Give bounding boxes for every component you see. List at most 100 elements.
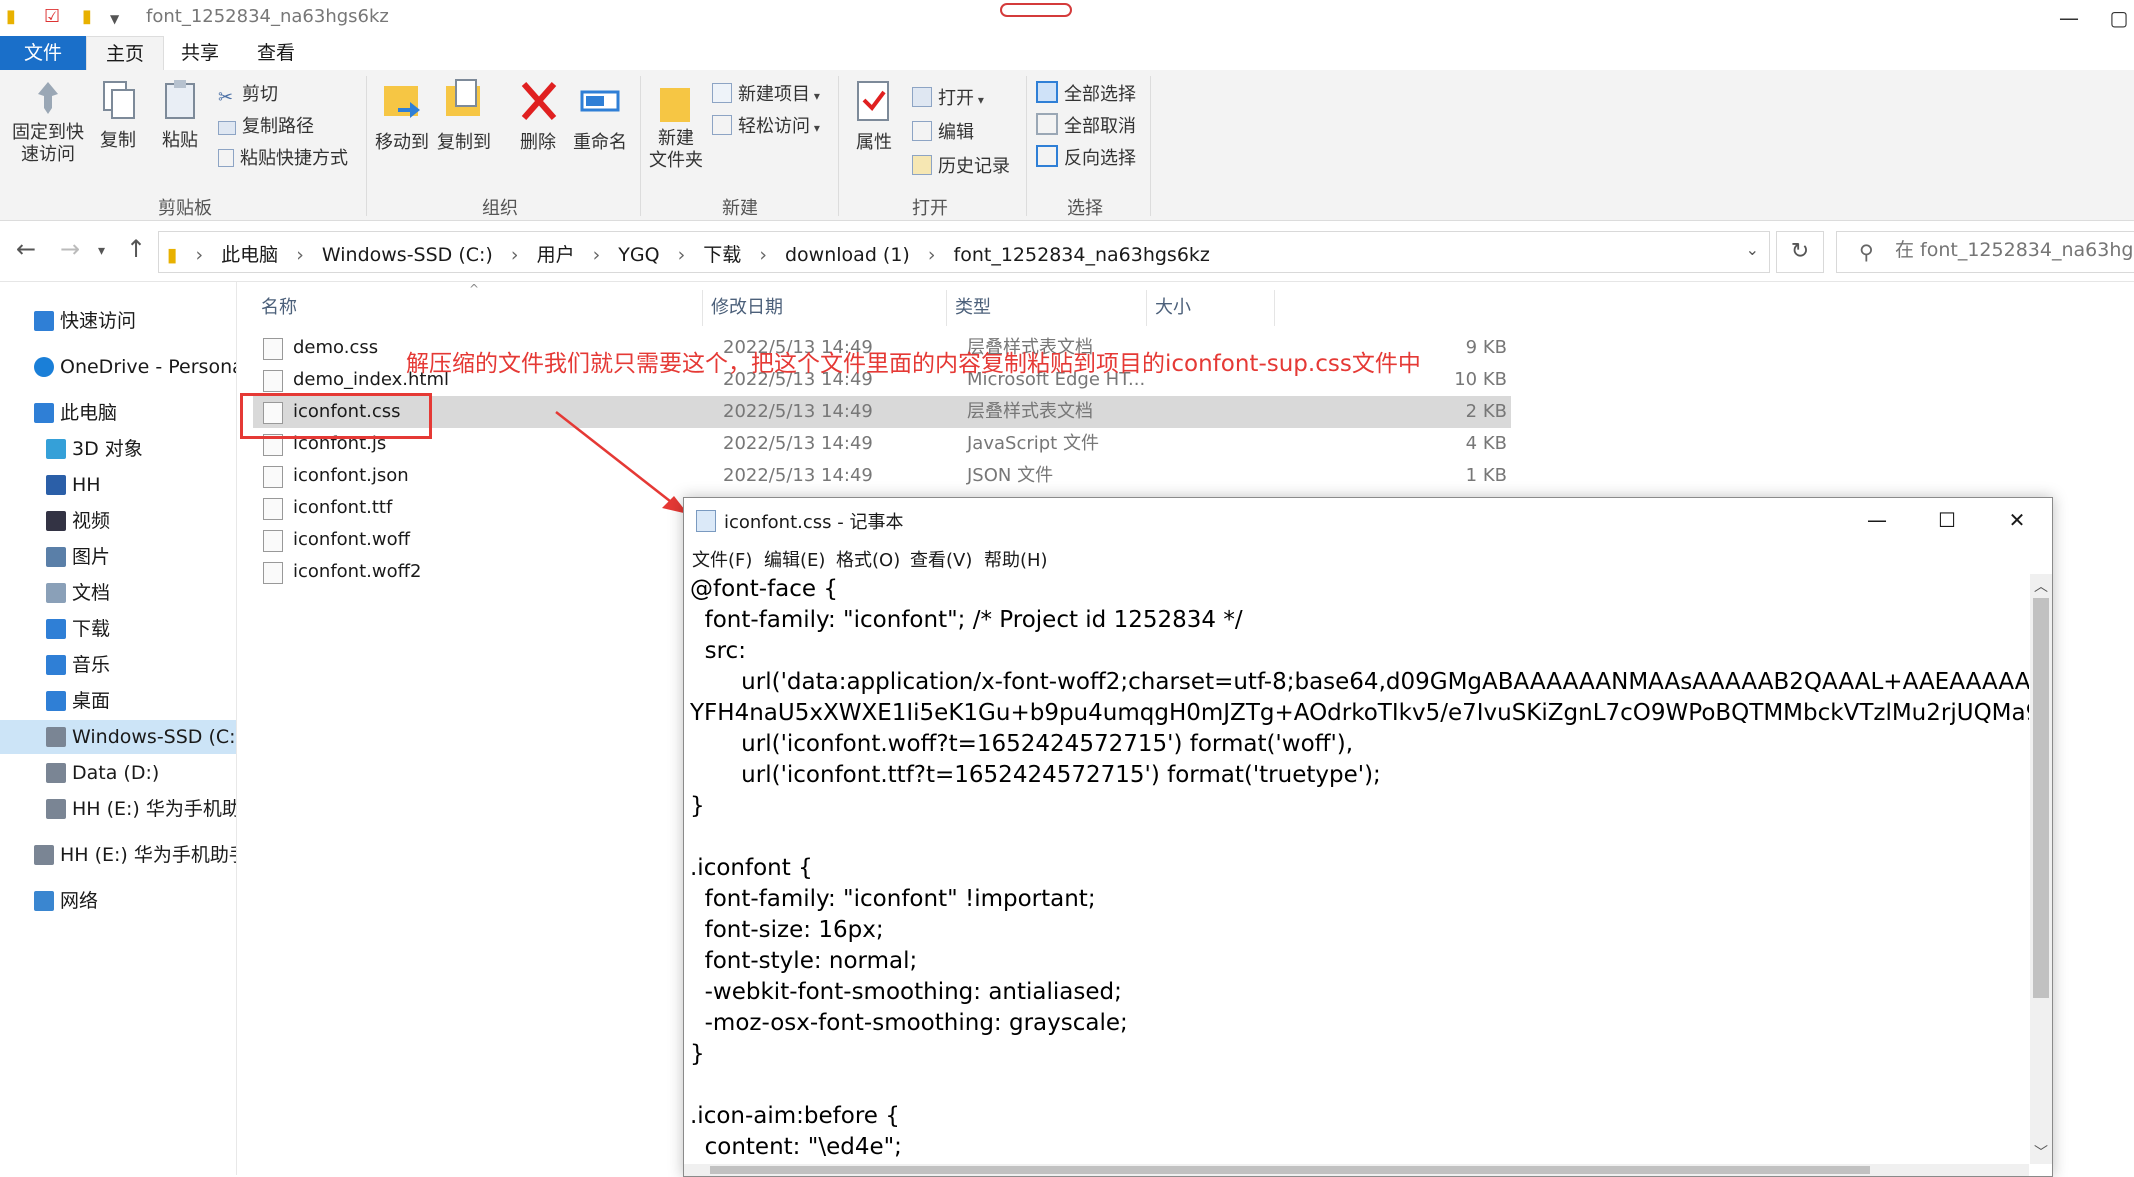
sidebar-item[interactable]: 网络 <box>0 884 236 918</box>
ribbon-separator <box>1026 76 1027 216</box>
notepad-text-area[interactable]: @font-face { font-family: "iconfont"; /*… <box>684 574 2029 1176</box>
scroll-up-icon[interactable]: ︿ <box>2030 576 2052 596</box>
up-arrow-icon[interactable]: ↑ <box>126 235 146 263</box>
column-header-type[interactable]: 类型 <box>947 290 1147 326</box>
minimize-icon[interactable]: — <box>2034 0 2104 36</box>
notepad-title-bar[interactable]: iconfont.css - 记事本 — ☐ ✕ <box>684 498 2052 542</box>
select-none-button[interactable]: 全部取消 <box>1036 112 1136 138</box>
address-bar[interactable]: ▮ › 此电脑 › Windows-SSD (C:) › 用户 › YGQ › … <box>158 231 1770 273</box>
sidebar-item[interactable]: 文档 <box>0 576 236 610</box>
file-row[interactable]: iconfont.json 2022/5/13 14:49 JSON 文件 1 KB <box>253 460 1511 492</box>
ribbon: 固定到快 速访问 复制 粘贴 ✂ 剪切 复制路径 粘贴快捷方式 剪贴板 移动到 复… <box>0 70 2134 221</box>
properties-button[interactable]: 属性 <box>846 78 902 154</box>
search-box[interactable]: ⚲ <box>1836 231 2134 273</box>
notepad-window[interactable]: iconfont.css - 记事本 — ☐ ✕ 文件(F) 编辑(E) 格式(… <box>683 497 2053 1177</box>
forward-arrow-icon[interactable]: → <box>60 235 80 263</box>
minimize-icon[interactable]: — <box>1842 498 1912 542</box>
notepad-content[interactable]: @font-face { font-family: "iconfont"; /*… <box>684 574 2029 1176</box>
sidebar-item[interactable]: HH (E:) 华为手机助手 <box>0 838 236 872</box>
crumb-chevron-icon[interactable]: › <box>678 244 686 266</box>
rename-button[interactable]: 重命名 <box>568 78 632 154</box>
recent-dropdown-icon[interactable]: ▾ <box>98 243 105 259</box>
crumb-chevron-icon[interactable]: › <box>928 244 936 266</box>
easy-access-button[interactable]: 轻松访问 ▾ <box>712 112 820 138</box>
organize-group-label: 组织 <box>482 198 518 219</box>
invert-selection-button[interactable]: 反向选择 <box>1036 144 1136 170</box>
tab-share[interactable]: 共享 <box>162 36 238 70</box>
sidebar-item[interactable]: 桌面 <box>0 684 236 718</box>
new-folder-icon[interactable]: ▮ <box>82 6 92 27</box>
crumb-ygq[interactable]: YGQ <box>618 244 659 266</box>
move-to-button[interactable]: 移动到 <box>374 78 430 154</box>
crumb-chevron-icon[interactable]: › <box>511 244 519 266</box>
vertical-scrollbar[interactable]: ︿ ﹀ <box>2030 574 2052 1164</box>
cut-button[interactable]: ✂ 剪切 <box>218 80 278 108</box>
horizontal-scrollbar-thumb[interactable] <box>710 1166 1870 1174</box>
crumb-downloads[interactable]: 下载 <box>703 244 741 266</box>
sidebar-item[interactable]: Data (D:) <box>0 756 236 790</box>
menu-help[interactable]: 帮助(H) <box>984 546 1048 572</box>
menu-format[interactable]: 格式(O) <box>836 546 900 572</box>
edit-button[interactable]: 编辑 <box>912 118 974 144</box>
delete-button[interactable]: 删除 <box>510 78 566 154</box>
crumb-chevron-icon[interactable]: › <box>759 244 767 266</box>
search-icon: ⚲ <box>1859 240 1874 264</box>
search-input[interactable] <box>1893 238 2134 262</box>
tab-home[interactable]: 主页 <box>86 36 164 71</box>
address-dropdown-icon[interactable]: ⌄ <box>1746 240 1759 259</box>
maximize-icon[interactable]: ▢ <box>2104 0 2134 36</box>
sidebar-item[interactable]: 图片 <box>0 540 236 574</box>
new-folder-button[interactable]: 新建 文件夹 <box>646 78 706 172</box>
crumb-font-folder[interactable]: font_1252834_na63hgs6kz <box>954 244 1210 266</box>
new-item-button[interactable]: 新建项目 ▾ <box>712 80 820 106</box>
refresh-icon[interactable]: ↻ <box>1776 231 1824 273</box>
open-button[interactable]: 打开 ▾ <box>912 84 984 110</box>
sidebar-item[interactable]: 音乐 <box>0 648 236 682</box>
sidebar-item[interactable]: HH (E:) 华为手机助手 <box>0 792 236 826</box>
crumb-this-pc[interactable]: 此电脑 <box>221 244 278 266</box>
sidebar-item[interactable]: OneDrive - Personal <box>0 350 236 384</box>
sidebar-item[interactable]: 视频 <box>0 504 236 538</box>
paste-button[interactable]: 粘贴 <box>156 78 204 152</box>
menu-file[interactable]: 文件(F) <box>692 546 752 572</box>
close-icon[interactable]: ✕ <box>1982 498 2052 542</box>
paste-shortcut-button[interactable]: 粘贴快捷方式 <box>218 144 348 170</box>
copy-to-button[interactable]: 复制到 <box>436 78 492 154</box>
crumb-chevron-icon[interactable]: › <box>296 244 304 266</box>
sidebar-item[interactable]: 此电脑 <box>0 396 236 430</box>
maximize-icon[interactable]: ☐ <box>1912 498 1982 542</box>
quick-access-dropdown-icon[interactable]: ▼ <box>110 12 119 26</box>
menu-edit[interactable]: 编辑(E) <box>764 546 825 572</box>
select-all-button[interactable]: 全部选择 <box>1036 80 1136 106</box>
scroll-down-icon[interactable]: ﹀ <box>2030 1142 2052 1162</box>
crumb-chevron-icon[interactable]: › <box>196 244 204 266</box>
column-header-date[interactable]: 修改日期 <box>703 290 947 326</box>
copy-path-button[interactable]: 复制路径 <box>218 112 314 138</box>
horizontal-scrollbar[interactable] <box>684 1164 2029 1176</box>
history-button[interactable]: 历史记录 <box>912 152 1010 178</box>
crumb-users[interactable]: 用户 <box>537 244 575 266</box>
file-row[interactable]: iconfont.css 2022/5/13 14:49 层叠样式表文档 2 KB <box>253 396 1511 428</box>
sidebar-item[interactable]: 快速访问 <box>0 304 236 338</box>
sidebar-item[interactable]: Windows-SSD (C:) <box>0 720 236 754</box>
sidebar-item[interactable]: HH <box>0 468 236 502</box>
sidebar-item-label: 3D 对象 <box>72 438 143 460</box>
tab-view[interactable]: 查看 <box>238 36 314 70</box>
properties-check-icon[interactable]: ☑ <box>44 6 60 27</box>
tab-file[interactable]: 文件 <box>0 36 86 70</box>
pin-quick-access-button[interactable]: 固定到快 速访问 <box>8 78 88 166</box>
crumb-download-1[interactable]: download (1) <box>785 244 910 266</box>
star-icon <box>34 311 54 331</box>
crumb-windows-ssd[interactable]: Windows-SSD (C:) <box>322 244 493 266</box>
sidebar-item[interactable]: 下载 <box>0 612 236 646</box>
crumb-chevron-icon[interactable]: › <box>593 244 601 266</box>
menu-view[interactable]: 查看(V) <box>910 546 972 572</box>
back-arrow-icon[interactable]: ← <box>16 235 36 263</box>
scrollbar-thumb[interactable] <box>2033 598 2049 998</box>
sidebar-item[interactable]: 3D 对象 <box>0 432 236 466</box>
column-header-size[interactable]: 大小 <box>1147 290 1275 326</box>
edit-pencil-icon <box>912 121 932 141</box>
file-row[interactable]: iconfont.js 2022/5/13 14:49 JavaScript 文件 4… <box>253 428 1511 460</box>
copy-button[interactable]: 复制 <box>94 78 142 152</box>
file-name: iconfont.ttf <box>293 497 393 518</box>
